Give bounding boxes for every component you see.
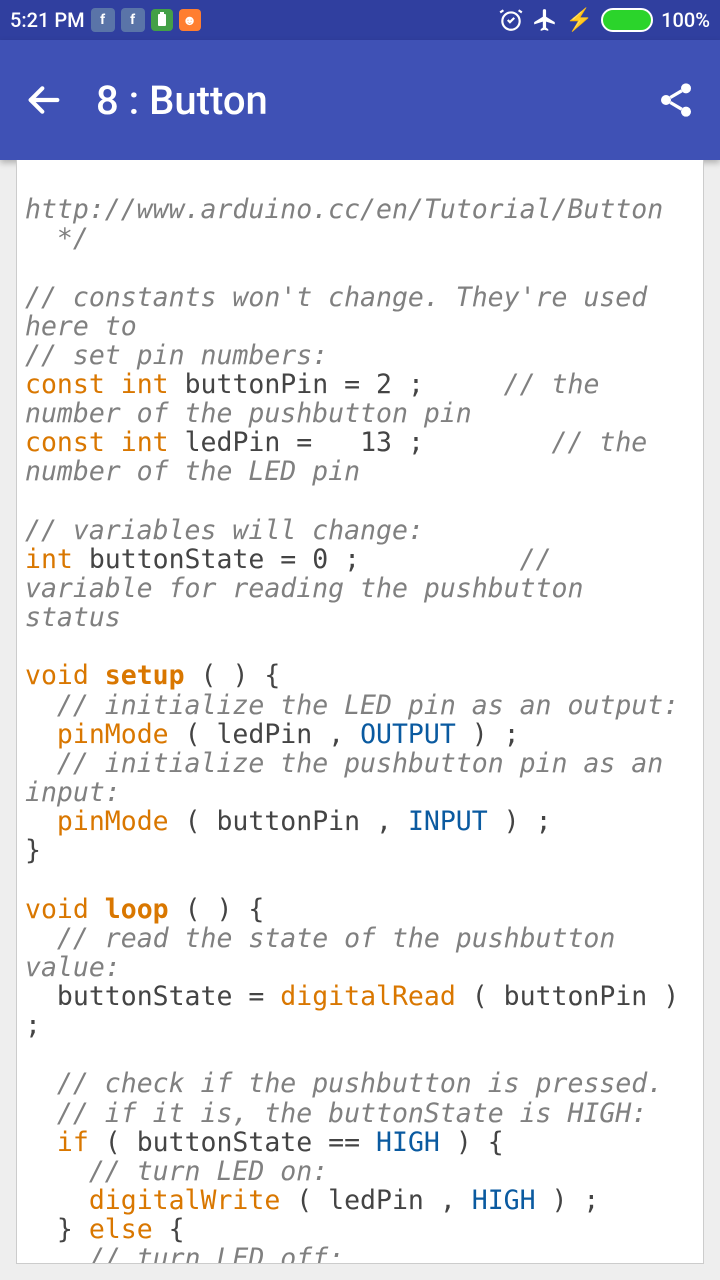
charging-icon: ⚡ (566, 8, 593, 33)
battery-saver-icon (151, 9, 173, 31)
status-right: ⚡ 100% (498, 7, 710, 33)
status-bar: 5:21 PM f f ☻ ⚡ 100% (0, 0, 720, 40)
status-time: 5:21 PM (10, 8, 85, 32)
page-title: 8 : Button (96, 77, 268, 124)
code-content: http://www.arduino.cc/en/Tutorial/Button… (17, 160, 703, 1264)
app-bar: 8 : Button (0, 40, 720, 160)
face-icon: ☻ (179, 9, 201, 31)
back-button[interactable] (20, 76, 68, 124)
status-left: 5:21 PM f f ☻ (10, 8, 201, 32)
alarm-icon (498, 7, 524, 33)
code-viewer[interactable]: http://www.arduino.cc/en/Tutorial/Button… (16, 160, 704, 1264)
facebook-icon: f (121, 8, 145, 32)
battery-icon (601, 8, 653, 32)
airplane-icon (532, 7, 558, 33)
facebook-icon: f (91, 8, 115, 32)
share-button[interactable] (652, 76, 700, 124)
battery-percent: 100% (661, 8, 710, 32)
